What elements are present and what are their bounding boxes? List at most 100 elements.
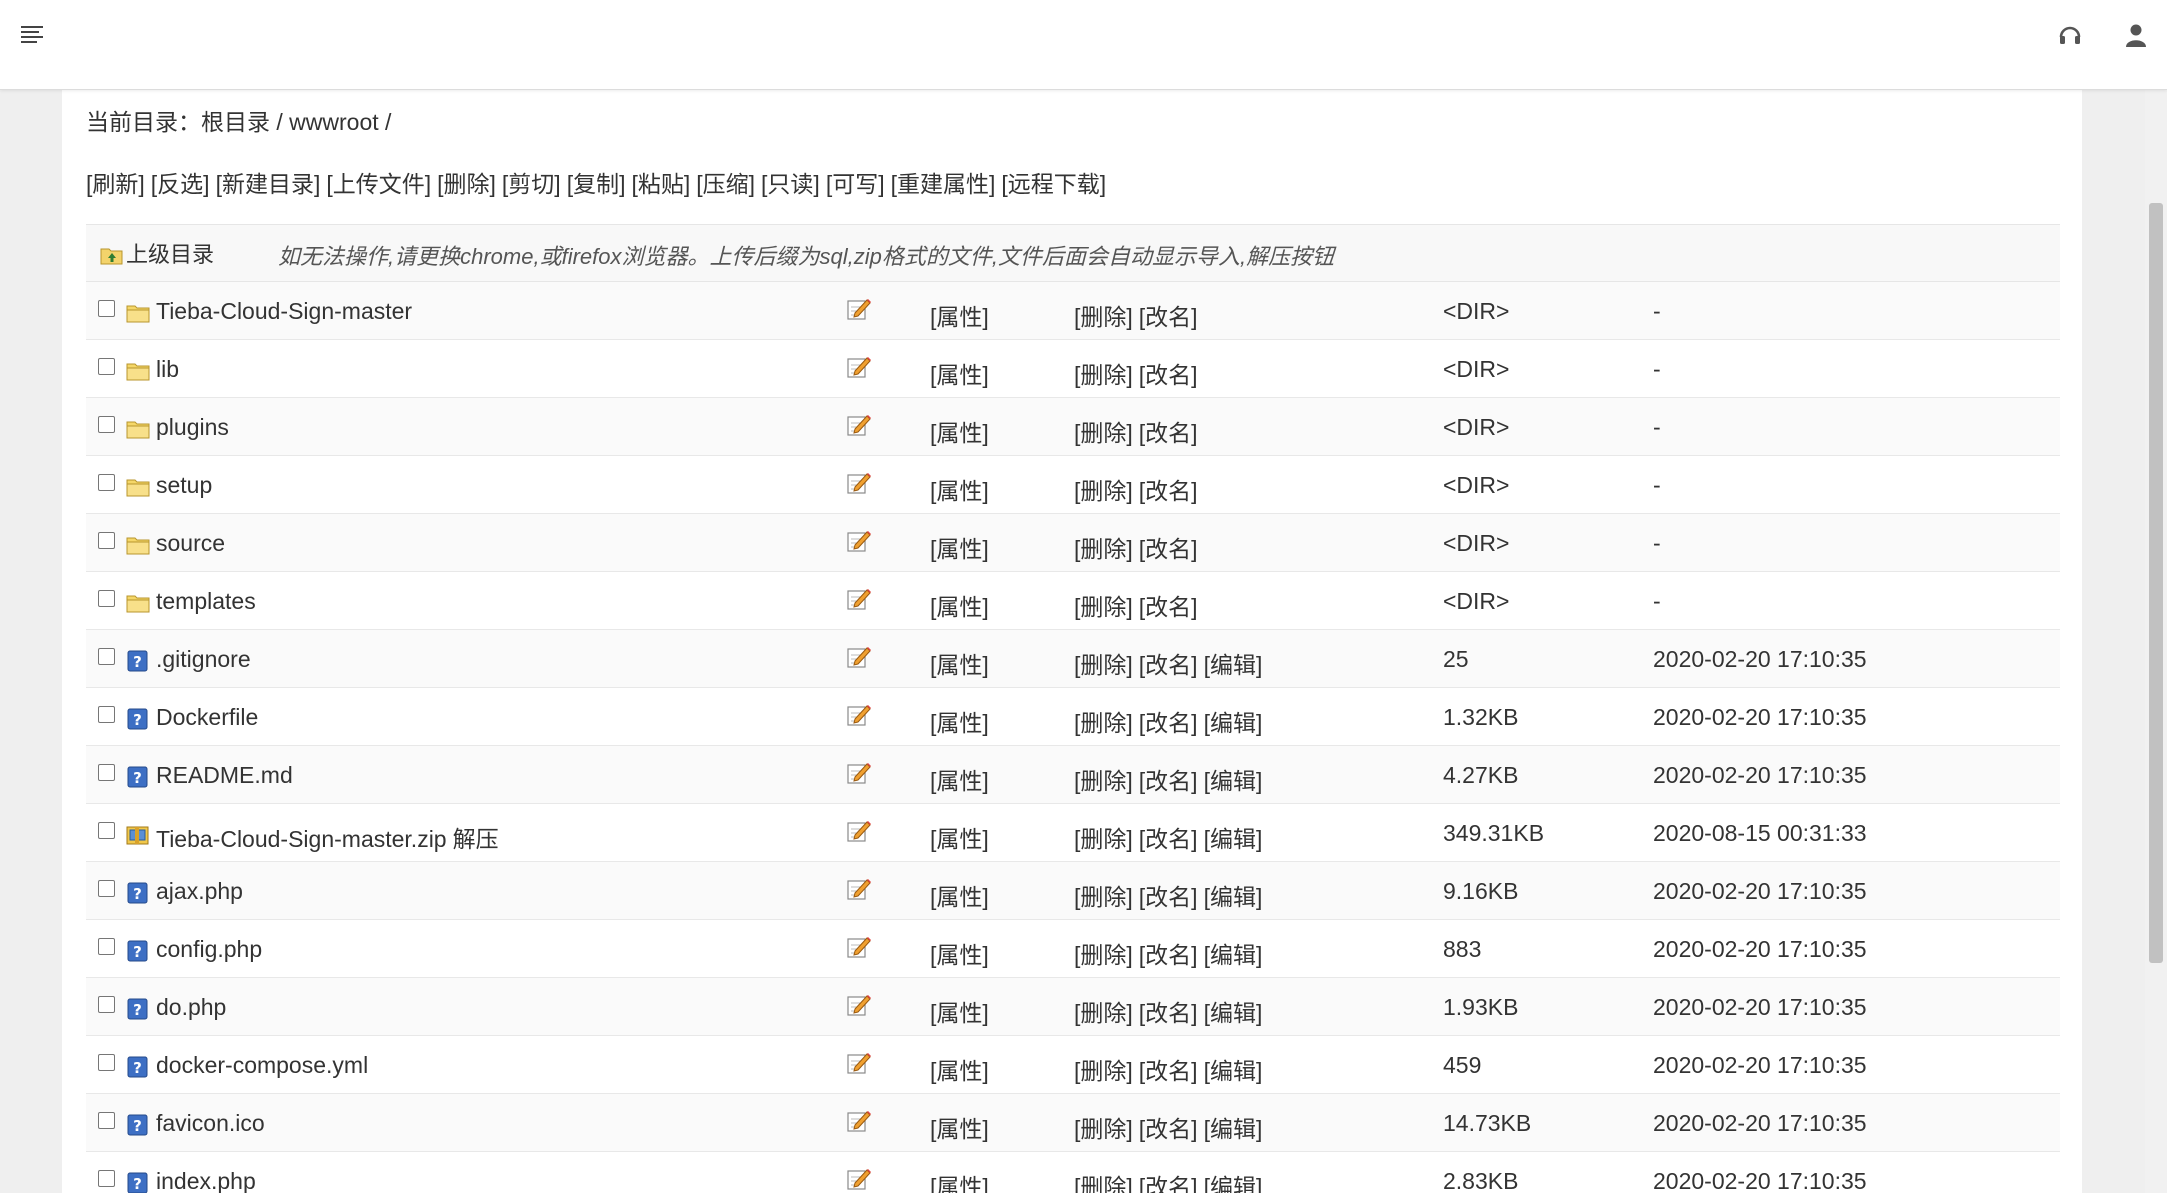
edit-icon[interactable] [846,297,872,321]
edit-link[interactable]: [编辑] [1204,826,1263,852]
file-name[interactable]: templates [156,588,256,615]
file-checkbox[interactable] [98,590,115,607]
edit-icon[interactable] [846,645,872,669]
edit-icon[interactable] [846,1051,872,1075]
file-name[interactable]: docker-compose.yml [156,1052,368,1079]
rename-link[interactable]: [改名] [1139,710,1198,736]
rename-link[interactable]: [改名] [1139,478,1198,504]
cut-button[interactable]: [剪切] [502,171,561,197]
delete-link[interactable]: [删除] [1074,884,1133,910]
rename-link[interactable]: [改名] [1139,826,1198,852]
paste-button[interactable]: [粘贴] [631,171,690,197]
edit-link[interactable]: [编辑] [1204,1174,1263,1193]
properties-link[interactable]: [属性] [930,936,989,970]
edit-link[interactable]: [编辑] [1204,942,1263,968]
properties-link[interactable]: [属性] [930,1168,989,1193]
properties-link[interactable]: [属性] [930,878,989,912]
file-name[interactable]: .gitignore [156,646,251,673]
delete-button[interactable]: [删除] [437,171,496,197]
edit-link[interactable]: [编辑] [1204,1000,1263,1026]
edit-link[interactable]: [编辑] [1204,652,1263,678]
file-checkbox[interactable] [98,648,115,665]
edit-icon[interactable] [846,413,872,437]
edit-icon[interactable] [846,819,872,843]
edit-icon[interactable] [846,877,872,901]
properties-link[interactable]: [属性] [930,762,989,796]
file-name[interactable]: plugins [156,414,229,441]
delete-link[interactable]: [删除] [1074,652,1133,678]
edit-icon[interactable] [846,1109,872,1133]
edit-icon[interactable] [846,355,872,379]
properties-link[interactable]: [属性] [930,994,989,1028]
properties-link[interactable]: [属性] [930,298,989,332]
file-checkbox[interactable] [98,358,115,375]
rename-link[interactable]: [改名] [1139,768,1198,794]
edit-icon[interactable] [846,529,872,553]
file-name[interactable]: do.php [156,994,226,1021]
menu-icon[interactable] [21,26,43,44]
remote-download-button[interactable]: [远程下载] [1001,171,1106,197]
user-icon[interactable] [2123,22,2149,48]
compress-button[interactable]: [压缩] [696,171,755,197]
edit-link[interactable]: [编辑] [1204,768,1263,794]
rename-link[interactable]: [改名] [1139,1000,1198,1026]
edit-icon[interactable] [846,993,872,1017]
rename-link[interactable]: [改名] [1139,304,1198,330]
rename-link[interactable]: [改名] [1139,1116,1198,1142]
delete-link[interactable]: [删除] [1074,826,1133,852]
edit-link[interactable]: [编辑] [1204,1058,1263,1084]
file-name[interactable]: setup [156,472,212,499]
file-name[interactable]: Tieba-Cloud-Sign-master [156,298,412,325]
scrollbar-thumb[interactable] [2149,203,2163,963]
upload-file-button[interactable]: [上传文件] [326,171,431,197]
copy-button[interactable]: [复制] [567,171,626,197]
file-checkbox[interactable] [98,880,115,897]
delete-link[interactable]: [删除] [1074,362,1133,388]
file-checkbox[interactable] [98,822,115,839]
delete-link[interactable]: [删除] [1074,1058,1133,1084]
properties-link[interactable]: [属性] [930,1110,989,1144]
edit-icon[interactable] [846,935,872,959]
file-name[interactable]: ajax.php [156,878,243,905]
delete-link[interactable]: [删除] [1074,420,1133,446]
delete-link[interactable]: [删除] [1074,536,1133,562]
file-checkbox[interactable] [98,1054,115,1071]
file-name[interactable]: Dockerfile [156,704,258,731]
file-checkbox[interactable] [98,938,115,955]
edit-icon[interactable] [846,471,872,495]
file-checkbox[interactable] [98,416,115,433]
edit-icon[interactable] [846,587,872,611]
rename-link[interactable]: [改名] [1139,536,1198,562]
file-name[interactable]: source [156,530,225,557]
file-name[interactable]: index.php [156,1168,256,1193]
unzip-link[interactable]: 解压 [453,826,499,852]
file-checkbox[interactable] [98,1170,115,1187]
readonly-button[interactable]: [只读] [761,171,820,197]
edit-link[interactable]: [编辑] [1204,1116,1263,1142]
delete-link[interactable]: [删除] [1074,942,1133,968]
file-checkbox[interactable] [98,474,115,491]
parent-directory-link[interactable]: 上级目录 [100,237,214,269]
delete-link[interactable]: [删除] [1074,478,1133,504]
properties-link[interactable]: [属性] [930,588,989,622]
properties-link[interactable]: [属性] [930,820,989,854]
file-name[interactable]: Tieba-Cloud-Sign-master.zip [156,826,447,852]
invert-selection-button[interactable]: [反选] [151,171,210,197]
file-name[interactable]: config.php [156,936,262,963]
properties-link[interactable]: [属性] [930,704,989,738]
delete-link[interactable]: [删除] [1074,710,1133,736]
file-checkbox[interactable] [98,996,115,1013]
properties-link[interactable]: [属性] [930,530,989,564]
delete-link[interactable]: [删除] [1074,594,1133,620]
file-name[interactable]: favicon.ico [156,1110,265,1137]
file-checkbox[interactable] [98,706,115,723]
rebuild-attributes-button[interactable]: [重建属性] [891,171,996,197]
file-name[interactable]: README.md [156,762,293,789]
edit-icon[interactable] [846,1167,872,1191]
rename-link[interactable]: [改名] [1139,884,1198,910]
edit-link[interactable]: [编辑] [1204,884,1263,910]
properties-link[interactable]: [属性] [930,472,989,506]
rename-link[interactable]: [改名] [1139,1058,1198,1084]
headset-icon[interactable] [2057,22,2083,48]
new-folder-button[interactable]: [新建目录] [216,171,321,197]
